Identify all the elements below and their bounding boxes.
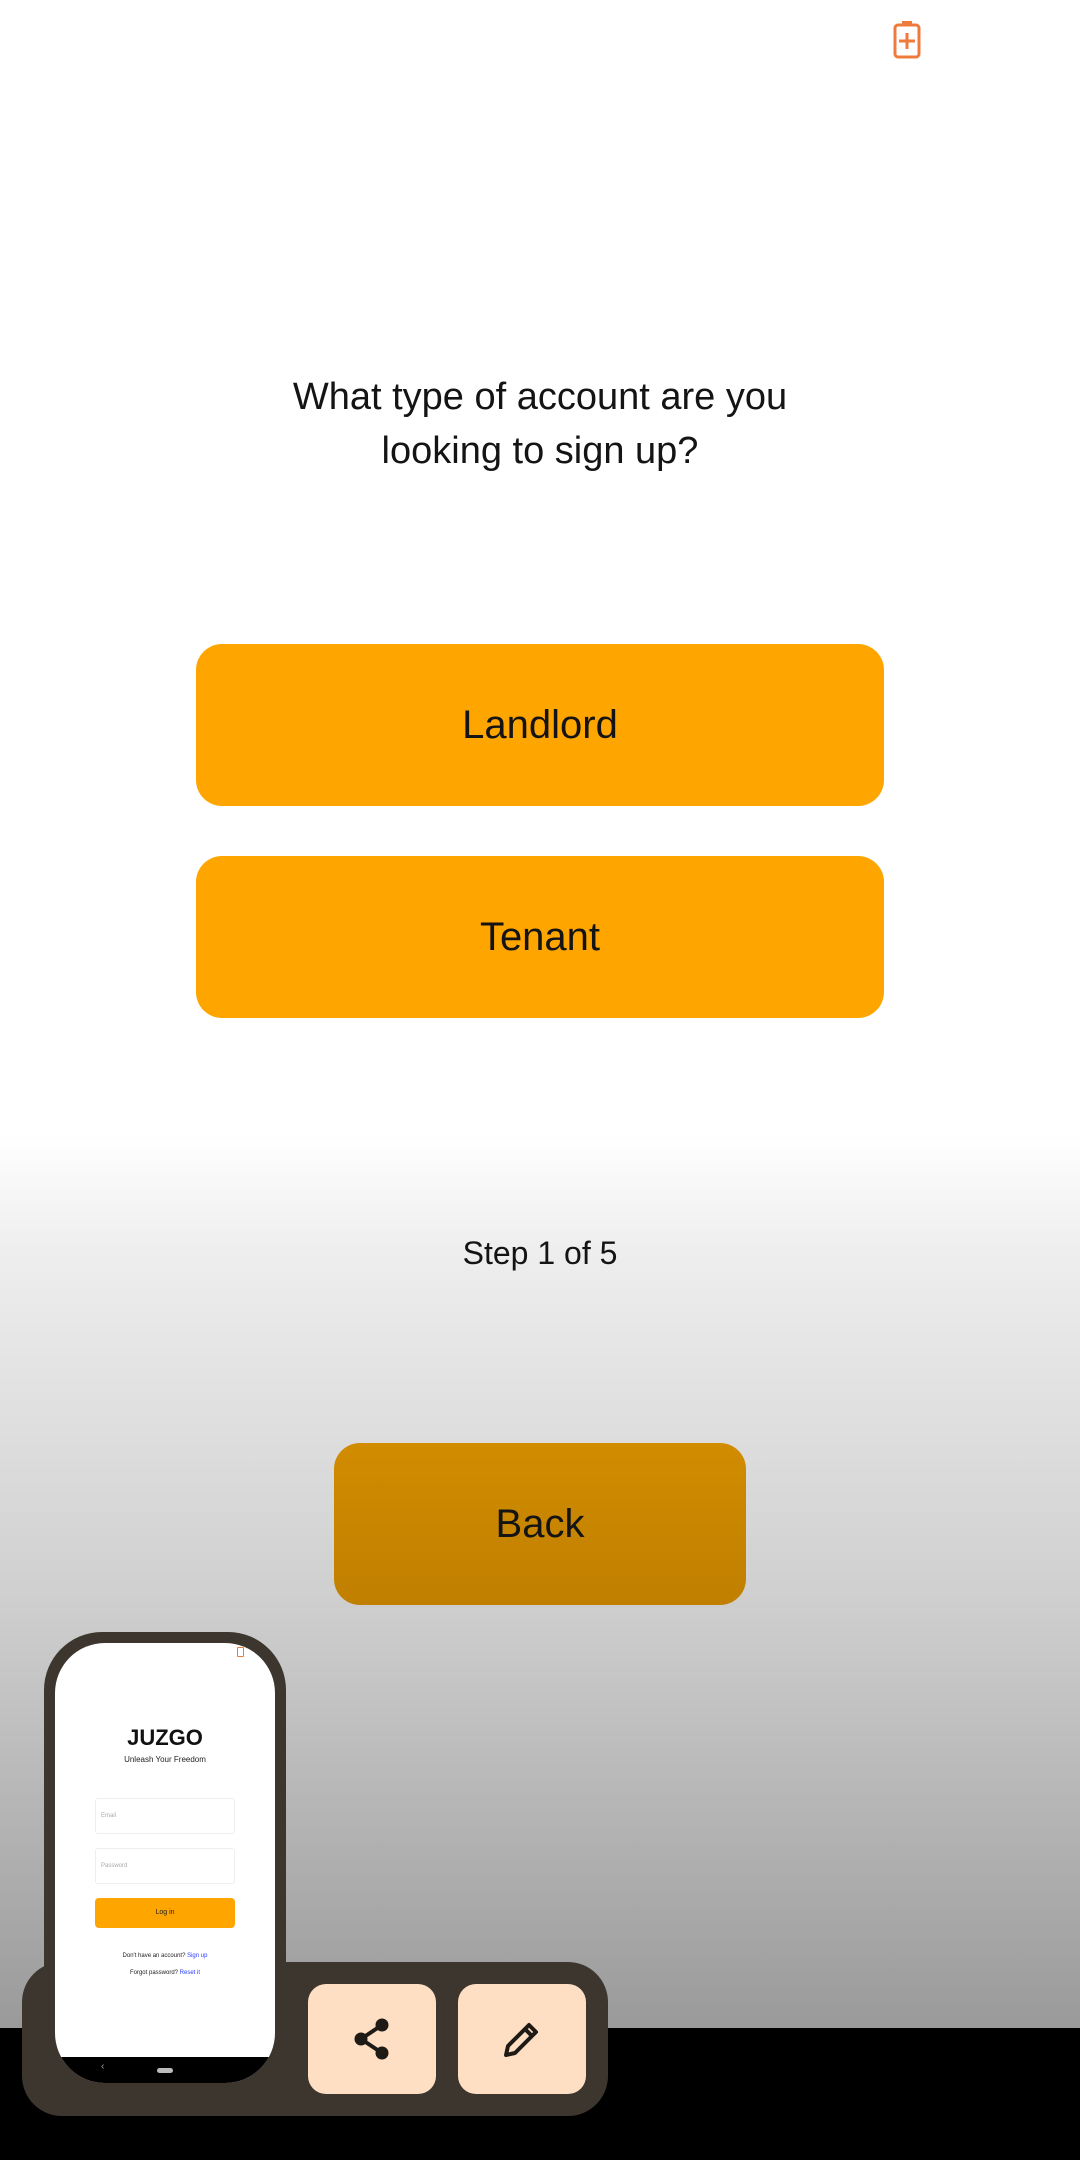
preview-nav-bar: ‹ <box>55 2057 275 2083</box>
preview-password-field: Password <box>95 1848 235 1884</box>
preview-forgot-text: Forgot password? <box>129 1970 178 1976</box>
landlord-button[interactable]: Landlord <box>196 644 884 806</box>
edit-button[interactable] <box>458 1984 586 2094</box>
landlord-button-label: Landlord <box>462 702 618 747</box>
screenshot-preview[interactable]: JUZGO Unleash Your Freedom Email Passwor… <box>55 1643 275 2083</box>
share-button[interactable] <box>308 1984 436 2094</box>
preview-home-pill <box>157 2068 173 2073</box>
preview-no-account-text: Don't have an account? <box>122 1953 186 1959</box>
preview-battery-icon <box>237 1647 244 1657</box>
tenant-button[interactable]: Tenant <box>196 856 884 1018</box>
step-indicator: Step 1 of 5 <box>462 1235 618 1271</box>
tenant-button-label: Tenant <box>479 914 601 959</box>
preview-tagline: Unleash Your Freedom <box>124 1755 206 1764</box>
back-button[interactable]: Back <box>334 1443 746 1605</box>
preview-login-button: Log in <box>95 1898 235 1928</box>
share-icon <box>354 2018 389 2060</box>
preview-app-title: JUZGO <box>127 1725 203 1750</box>
preview-reset-link: Reset it <box>179 1970 201 1976</box>
battery-charging-icon <box>893 21 921 59</box>
account-type-question: What type of account are you looking to … <box>292 376 788 472</box>
preview-email-field: Email <box>95 1798 235 1834</box>
preview-forgot-line: Forgot password? Reset it <box>55 1970 275 1976</box>
pencil-icon <box>504 2023 538 2057</box>
preview-back-icon: ‹ <box>101 2061 105 2072</box>
preview-signup-line: Don't have an account? Sign up <box>55 1953 275 1959</box>
preview-signup-link: Sign up <box>187 1953 208 1959</box>
back-button-label: Back <box>495 1501 585 1546</box>
